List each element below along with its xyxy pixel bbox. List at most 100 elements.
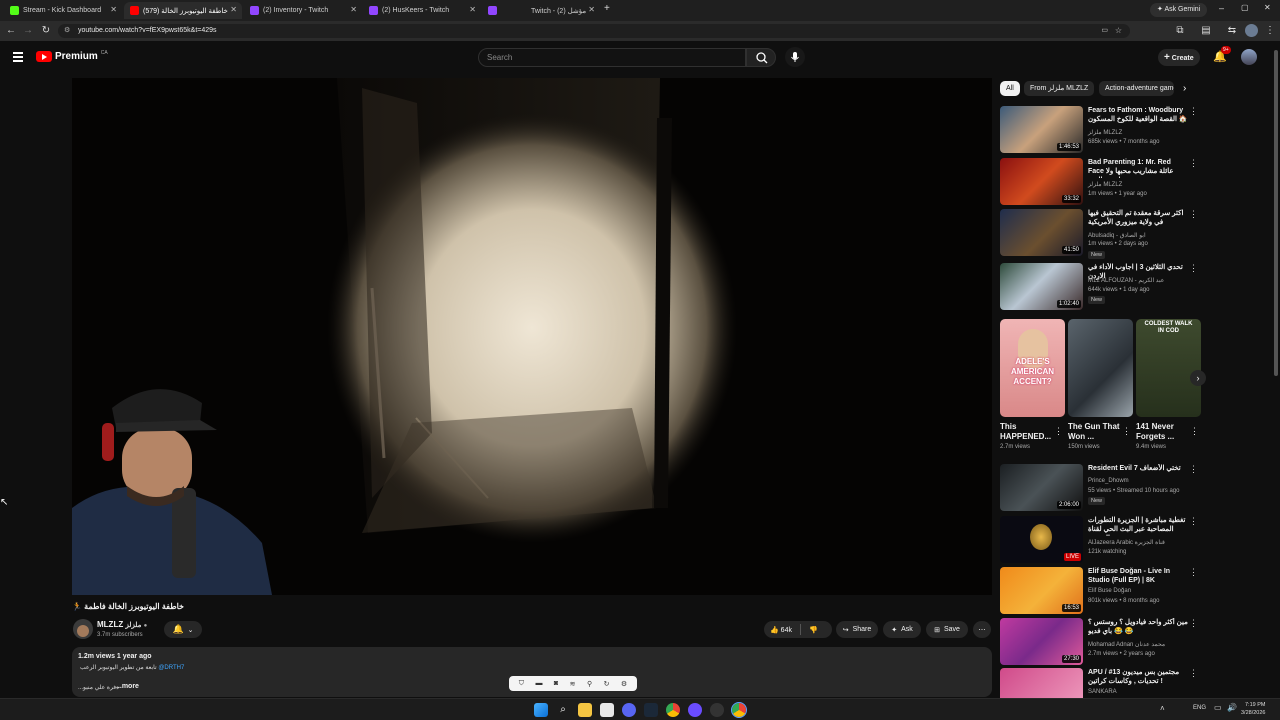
show-more-link[interactable]: ...more xyxy=(116,683,139,690)
account-avatar[interactable] xyxy=(1241,49,1257,65)
recommendation-item[interactable]: 33:32 Bad Parenting 1: Mr. Red Face عائل… xyxy=(1000,158,1205,206)
windows-start-icon[interactable] xyxy=(534,703,548,717)
camera-icon[interactable]: ◙ xyxy=(554,680,558,687)
pin-icon[interactable]: ⚲ xyxy=(587,680,592,688)
site-info-icon[interactable]: ⚙ xyxy=(64,24,70,38)
channel-name[interactable]: MLZLZ ملزلز ● xyxy=(97,620,147,629)
audio-icon[interactable]: ≋ xyxy=(570,680,576,688)
recommendation-channel[interactable]: Elif Buse Doğan xyxy=(1088,588,1131,594)
new-tab-button[interactable]: + xyxy=(604,3,610,14)
like-button[interactable]: 👍 64k xyxy=(770,626,792,634)
chip-from-channel[interactable]: From ملزلز MLZLZ xyxy=(1024,81,1095,96)
minimize-button[interactable]: – xyxy=(1219,3,1224,13)
recommendation-channel[interactable]: ملزلز MLZLZ xyxy=(1088,181,1122,188)
back-arrow-icon[interactable]: ← xyxy=(5,25,17,37)
short-title[interactable]: 141 Never Forgets ... xyxy=(1136,422,1188,442)
channel-avatar[interactable] xyxy=(73,619,93,639)
recommendation-title[interactable]: Elif Buse Doğan - Live In Studio (Full E… xyxy=(1088,567,1188,585)
short-item[interactable]: ADELE'S AMERICAN ACCENT? This HAPPENED..… xyxy=(1000,319,1065,450)
short-thumbnail[interactable]: COLDEST WALK IN COD xyxy=(1136,319,1201,417)
video-thumbnail[interactable]: 41:50 xyxy=(1000,209,1083,256)
recommendation-title[interactable]: Resident Evil 7 تختي الأضعاف xyxy=(1088,464,1188,473)
shield-icon[interactable]: ⛉ xyxy=(519,680,524,688)
recommendation-title[interactable]: Bad Parenting 1: Mr. Red Face عائلة مشار… xyxy=(1088,158,1188,178)
address-bar[interactable]: ⚙ youtube.com/watch?v=fEX9pwst65k&t=429s… xyxy=(58,24,1130,38)
discord-icon[interactable] xyxy=(622,703,636,717)
video-thumbnail[interactable]: 1:02:40 xyxy=(1000,263,1083,310)
close-icon[interactable]: ✕ xyxy=(350,5,357,14)
description-mention-link[interactable]: @DRTH7 xyxy=(158,665,184,671)
search-icon[interactable]: ⌕ xyxy=(556,703,570,717)
close-icon[interactable]: ✕ xyxy=(588,5,595,14)
chip-all[interactable]: All xyxy=(1000,81,1020,96)
create-button[interactable]: + Create xyxy=(1158,49,1200,66)
search-input[interactable]: Search xyxy=(478,48,746,67)
short-item[interactable]: COLDEST WALK IN COD 141 Never Forgets ..… xyxy=(1136,319,1201,450)
more-actions-button[interactable]: ⋯ xyxy=(973,621,991,638)
dislike-button[interactable]: 👎 xyxy=(809,626,818,634)
short-thumbnail[interactable] xyxy=(1068,319,1133,417)
recommendation-channel[interactable]: M12 ALFOUZAN - عبد الكريم xyxy=(1088,277,1164,284)
recommendation-item[interactable]: LIVE تغطية مباشرة | الجزيرة التطورات الم… xyxy=(1000,516,1205,564)
short-thumbnail[interactable]: ADELE'S AMERICAN ACCENT? xyxy=(1000,319,1065,417)
recommendation-item[interactable]: APU مجتمين بس ميديون 13# / تحديات , وكاس… xyxy=(1000,668,1205,698)
browser-menu-icon[interactable]: ⋮ xyxy=(1264,25,1276,37)
recommendation-title[interactable]: تغطية مباشرة | الجزيرة التطورات المصاحبة… xyxy=(1088,516,1188,536)
obs-icon[interactable] xyxy=(710,703,724,717)
page-scrollbar[interactable] xyxy=(1274,50,1278,376)
sidepanel-icon[interactable]: ▤ xyxy=(1200,25,1212,37)
short-title[interactable]: This HAPPENED... xyxy=(1000,422,1052,442)
recommendation-channel[interactable]: Prince_Dhowm xyxy=(1088,478,1129,484)
more-vertical-icon[interactable]: ⋮ xyxy=(1189,106,1198,117)
language-indicator[interactable]: ENG xyxy=(1193,705,1206,711)
recommendation-channel[interactable]: AlJazeera Arabic قناة الجزيرة xyxy=(1088,539,1165,546)
bookmark-star-icon[interactable]: ☆ xyxy=(1115,24,1122,38)
recommendation-channel[interactable]: ملزلز MLZLZ xyxy=(1088,129,1122,136)
volume-icon[interactable]: 🔊 xyxy=(1227,703,1237,712)
network-icon[interactable]: ▭ xyxy=(1214,703,1222,712)
shorts-next-button[interactable]: › xyxy=(1190,370,1206,386)
hamburger-menu-icon[interactable] xyxy=(13,52,23,62)
video-thumbnail[interactable]: 33:32 xyxy=(1000,158,1083,205)
close-icon[interactable]: ✕ xyxy=(469,5,476,14)
ask-button[interactable]: ✦ Ask xyxy=(883,621,921,638)
recommendation-channel[interactable]: Mohamad Adnan محمد عدنان xyxy=(1088,641,1165,648)
recommendation-channel[interactable]: Abulsadiq - ابو الصادق xyxy=(1088,232,1146,239)
clapper-icon[interactable]: ▬ xyxy=(535,680,542,687)
more-vertical-icon[interactable]: ⋮ xyxy=(1189,158,1198,169)
ask-gemini-button[interactable]: ✦ Ask Gemini xyxy=(1150,3,1208,17)
calendar-app-icon[interactable] xyxy=(600,703,614,717)
recommendation-title[interactable]: Fears to Fathom : Woodbury القصة الواقعي… xyxy=(1088,106,1188,124)
search-button[interactable] xyxy=(746,48,776,67)
tab-twitch-inventory[interactable]: (2) Inventory - Twitch ✕ xyxy=(244,2,362,19)
app-icon[interactable] xyxy=(688,703,702,717)
close-icon[interactable]: ✕ xyxy=(230,5,237,14)
close-icon[interactable]: ✕ xyxy=(110,5,117,14)
extensions-icon[interactable]: ⧉ xyxy=(1174,25,1186,37)
more-vertical-icon[interactable]: ⋮ xyxy=(1189,209,1198,220)
cast-icon[interactable]: ▭ xyxy=(1101,24,1108,38)
recommendation-title[interactable]: اكثر سرقة معقدة تم التحقيق فيها في ولاية… xyxy=(1088,209,1188,227)
chevron-up-icon[interactable]: ˄ xyxy=(1160,704,1165,713)
more-vertical-icon[interactable]: ⋮ xyxy=(1122,426,1131,437)
tab-kick-dashboard[interactable]: Stream - Kick Dashboard ✕ xyxy=(4,2,122,19)
recommendation-item[interactable]: 27:30 مين أكثر واحد فيادويل ؟ روستس ؟ با… xyxy=(1000,618,1205,666)
settings-icon[interactable]: ⚙ xyxy=(621,680,627,688)
chrome-active-icon[interactable] xyxy=(731,702,747,718)
video-thumbnail[interactable]: 16:53 xyxy=(1000,567,1083,614)
recommendation-channel[interactable]: SANKARA xyxy=(1088,689,1117,695)
more-vertical-icon[interactable]: ⋮ xyxy=(1190,426,1199,437)
recommendation-item[interactable]: 41:50 اكثر سرقة معقدة تم التحقيق فيها في… xyxy=(1000,209,1205,261)
recommendation-title[interactable]: مين أكثر واحد فيادويل ؟ روستس ؟ باي فديو… xyxy=(1088,618,1188,636)
subscribed-notifications-button[interactable]: 🔔 ⌄ xyxy=(164,621,202,638)
share-button[interactable]: ↪ Share xyxy=(836,621,878,638)
file-explorer-icon[interactable] xyxy=(578,703,592,717)
video-player[interactable] xyxy=(72,78,992,595)
clock[interactable]: 7:19 PM 3/28/2026 xyxy=(1241,701,1265,717)
short-item[interactable]: The Gun That Won ... 150m views ⋮ xyxy=(1068,319,1133,450)
steam-icon[interactable] xyxy=(644,703,658,717)
save-button[interactable]: ⊞ Save xyxy=(926,621,968,638)
video-thumbnail[interactable] xyxy=(1000,668,1083,698)
refresh-icon[interactable]: ↻ xyxy=(604,680,610,688)
tab-twitch-huskeers[interactable]: (2) HusKeers - Twitch ✕ xyxy=(363,2,481,19)
